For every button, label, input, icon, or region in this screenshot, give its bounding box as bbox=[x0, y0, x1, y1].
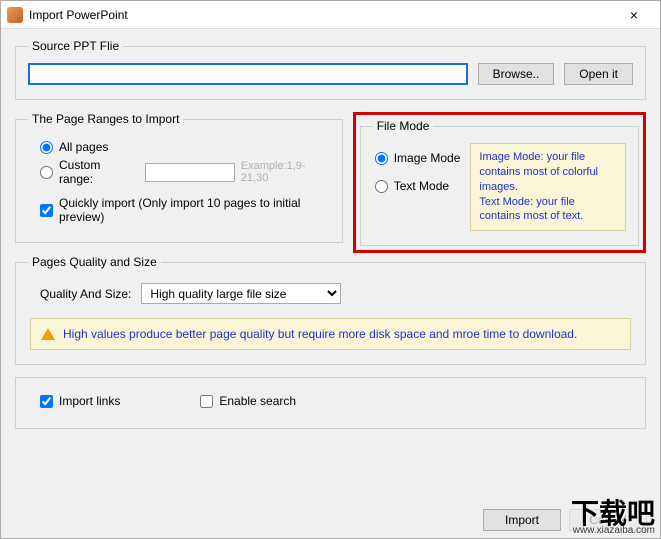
enable-search-checkbox[interactable] bbox=[200, 395, 213, 408]
quality-warning-text: High values produce better page quality … bbox=[63, 327, 577, 341]
text-mode-label: Text Mode bbox=[394, 179, 449, 193]
source-path-input[interactable] bbox=[28, 63, 468, 85]
content-area: Source PPT Flie Browse.. Open it The Pag… bbox=[1, 29, 660, 451]
app-icon bbox=[7, 7, 23, 23]
browse-button[interactable]: Browse.. bbox=[478, 63, 555, 85]
import-links-label: Import links bbox=[59, 394, 120, 408]
quickly-import-checkbox[interactable] bbox=[40, 204, 53, 217]
all-pages-label: All pages bbox=[59, 140, 108, 154]
dialog-window: Import PowerPoint × Source PPT Flie Brow… bbox=[0, 0, 661, 539]
titlebar: Import PowerPoint × bbox=[1, 1, 660, 29]
import-links-checkbox[interactable] bbox=[40, 395, 53, 408]
footer-buttons: Import Cancel bbox=[483, 509, 647, 531]
open-it-button[interactable]: Open it bbox=[564, 63, 633, 85]
quality-fieldset: Pages Quality and Size Quality And Size:… bbox=[15, 255, 646, 365]
custom-range-input[interactable] bbox=[145, 163, 235, 182]
quality-select[interactable]: High quality large file size bbox=[141, 283, 341, 304]
file-mode-legend: File Mode bbox=[373, 119, 434, 133]
warning-icon bbox=[41, 328, 55, 340]
custom-range-hint: Example:1,9-21,30 bbox=[241, 160, 330, 184]
file-mode-highlight: File Mode Image Mode Text Mode bbox=[353, 112, 646, 253]
source-legend: Source PPT Flie bbox=[28, 39, 123, 53]
file-mode-fieldset: File Mode Image Mode Text Mode bbox=[360, 119, 639, 246]
all-pages-radio[interactable] bbox=[40, 141, 53, 154]
image-mode-label: Image Mode bbox=[394, 151, 461, 165]
close-button[interactable]: × bbox=[614, 1, 654, 29]
custom-range-label: Custom range: bbox=[59, 158, 135, 186]
source-fieldset: Source PPT Flie Browse.. Open it bbox=[15, 39, 646, 100]
quickly-import-label: Quickly import (Only import 10 pages to … bbox=[59, 196, 330, 224]
image-mode-radio[interactable] bbox=[375, 152, 388, 165]
window-title: Import PowerPoint bbox=[29, 8, 614, 22]
page-ranges-fieldset: The Page Ranges to Import All pages Cust… bbox=[15, 112, 343, 243]
options-fieldset: Import links Enable search bbox=[15, 377, 646, 429]
quality-label: Quality And Size: bbox=[40, 287, 131, 301]
file-mode-description: Image Mode: your file contains most of c… bbox=[470, 143, 626, 231]
quality-legend: Pages Quality and Size bbox=[28, 255, 161, 269]
cancel-button[interactable]: Cancel bbox=[569, 509, 647, 531]
quality-warning-box: High values produce better page quality … bbox=[30, 318, 631, 350]
text-mode-radio[interactable] bbox=[375, 180, 388, 193]
import-button[interactable]: Import bbox=[483, 509, 561, 531]
custom-range-radio[interactable] bbox=[40, 166, 53, 179]
enable-search-label: Enable search bbox=[219, 394, 296, 408]
page-ranges-legend: The Page Ranges to Import bbox=[28, 112, 183, 126]
